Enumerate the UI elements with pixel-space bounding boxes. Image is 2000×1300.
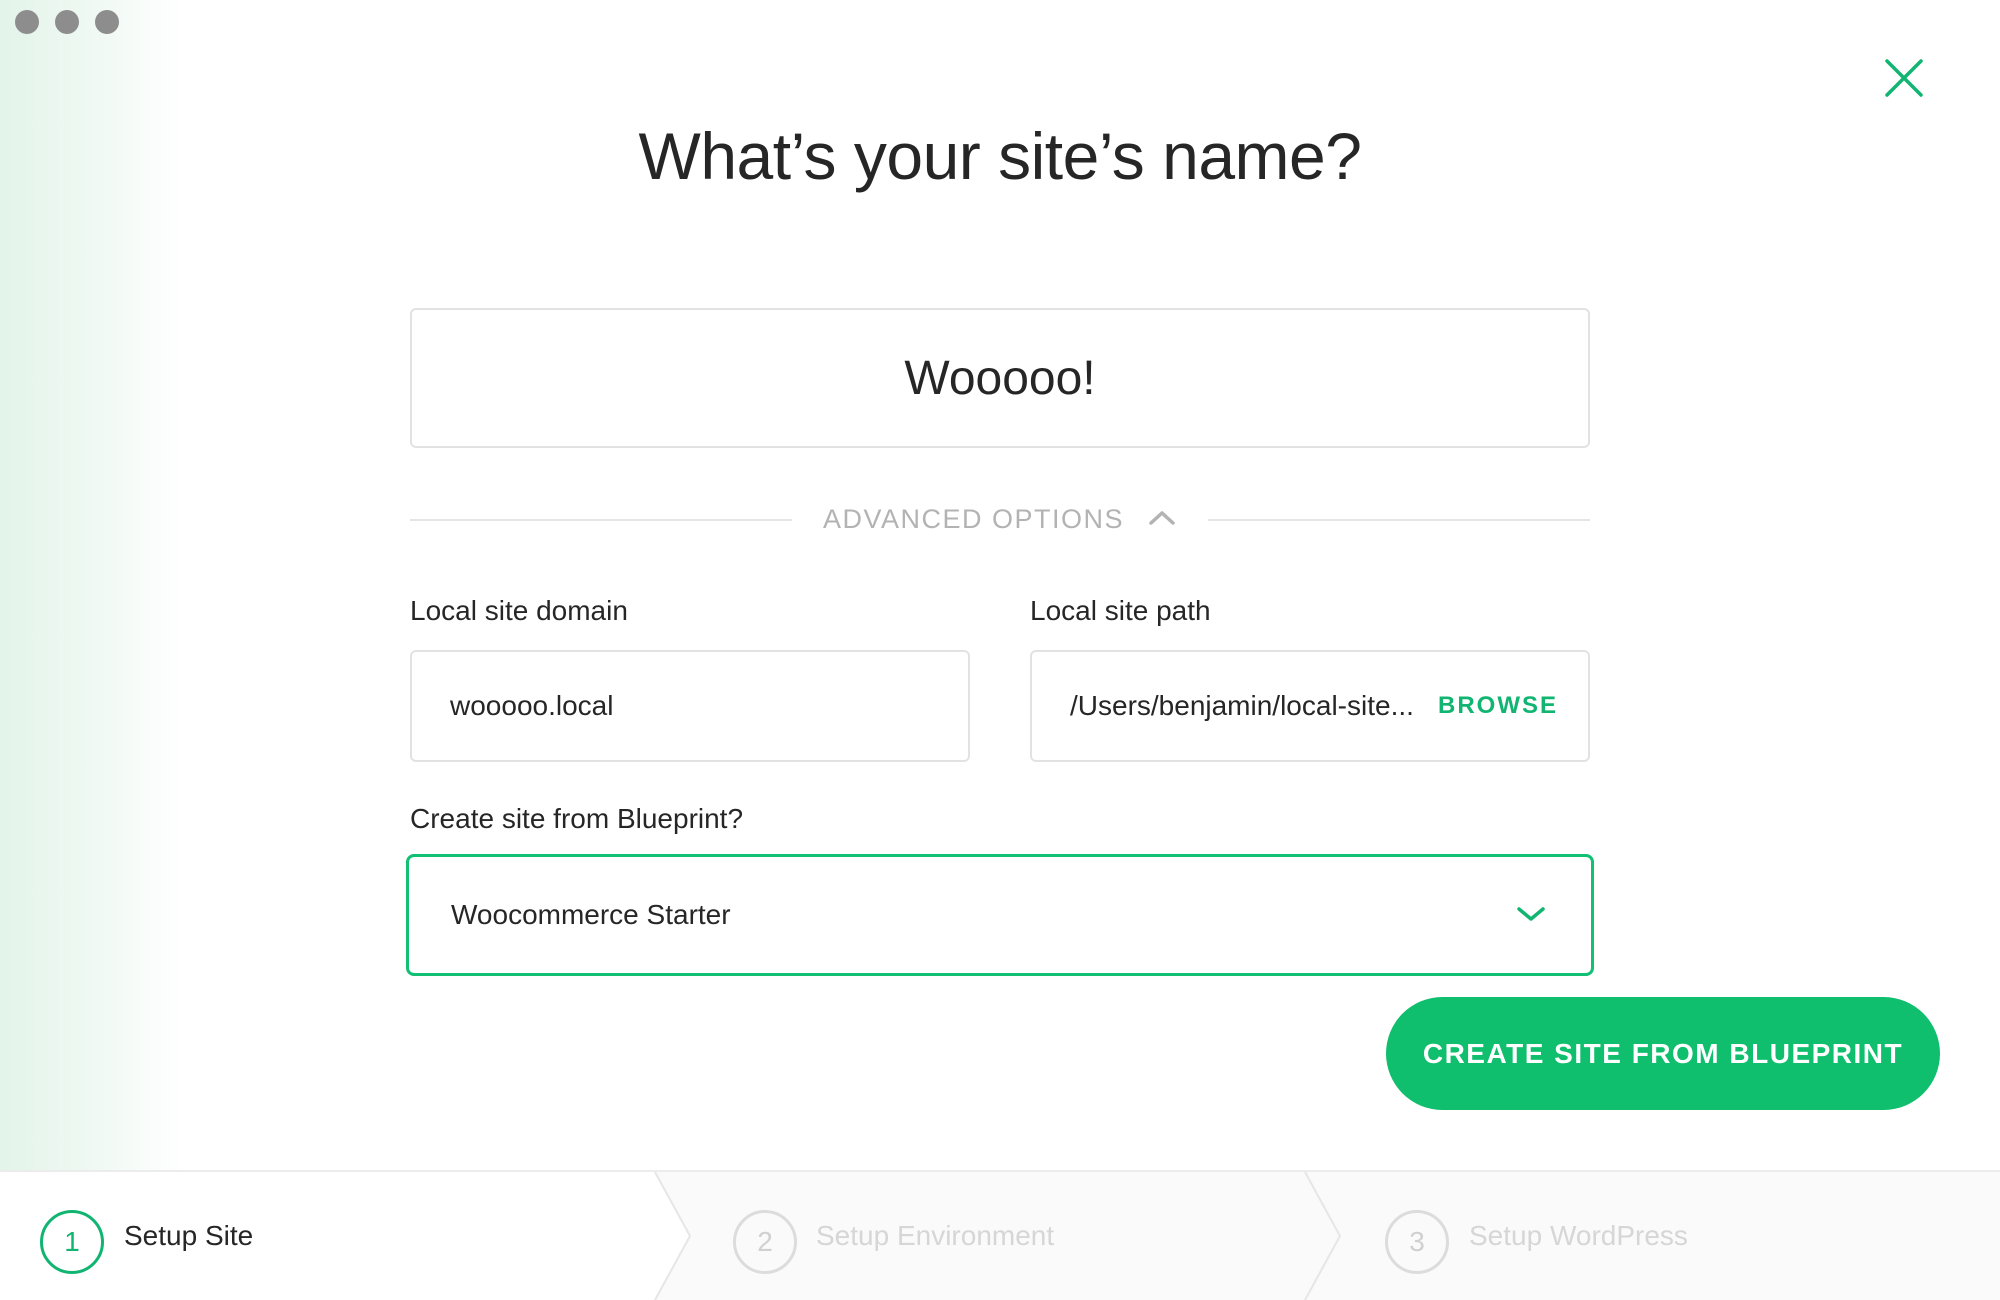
page-title: What’s your site’s name?: [638, 119, 1362, 193]
site-name-input[interactable]: [410, 308, 1590, 448]
advanced-options-divider: ADVANCED OPTIONS: [410, 500, 1590, 540]
step-label: Setup Site: [124, 1220, 254, 1251]
close-button[interactable]: [1881, 55, 1927, 101]
domain-value: wooooo.local: [450, 690, 614, 721]
domain-label: Local site domain: [410, 595, 628, 626]
browse-button[interactable]: BROWSE: [1438, 652, 1558, 760]
close-icon: [1885, 59, 1923, 97]
window-close-control[interactable]: [15, 10, 39, 34]
domain-field[interactable]: wooooo.local: [410, 650, 970, 762]
path-value: /Users/benjamin/local-site...: [1070, 690, 1414, 721]
step-setup-site: 1 Setup Site: [0, 1172, 655, 1300]
step-separator: [1304, 1172, 1342, 1300]
window-controls: [15, 10, 119, 34]
chevron-up-icon: [1147, 502, 1177, 533]
blueprint-label: Create site from Blueprint?: [410, 803, 744, 834]
step-separator: [650, 1172, 692, 1300]
blueprint-select[interactable]: Woocommerce Starter: [406, 854, 1594, 976]
chevron-down-icon: [1515, 904, 1547, 929]
window-zoom-control[interactable]: [95, 10, 119, 34]
step-setup-environment: 2 Setup Environment: [695, 1172, 1305, 1300]
create-site-from-blueprint-button[interactable]: CREATE SITE FROM BLUEPRINT: [1386, 997, 1940, 1110]
step-number-badge: 2: [733, 1210, 797, 1274]
step-label: Setup Environment: [816, 1220, 1055, 1251]
step-number-badge: 3: [1385, 1210, 1449, 1274]
step-label: Setup WordPress: [1469, 1220, 1688, 1251]
advanced-options-label: ADVANCED OPTIONS: [822, 504, 1125, 534]
blueprint-selected-value: Woocommerce Starter: [451, 899, 731, 930]
step-number-badge: 1: [40, 1210, 104, 1274]
new-site-window: What’s your site’s name? ADVANCED OPTION…: [0, 0, 2000, 1300]
path-label: Local site path: [1030, 595, 1211, 626]
window-minimize-control[interactable]: [55, 10, 79, 34]
path-field[interactable]: /Users/benjamin/local-site... BROWSE: [1030, 650, 1590, 762]
setup-stepper: 1 Setup Site 2 Setup Environment 3 Setup…: [0, 1170, 2000, 1300]
step-setup-wordpress: 3 Setup WordPress: [1348, 1172, 2000, 1300]
advanced-options-toggle[interactable]: ADVANCED OPTIONS: [410, 504, 1590, 535]
